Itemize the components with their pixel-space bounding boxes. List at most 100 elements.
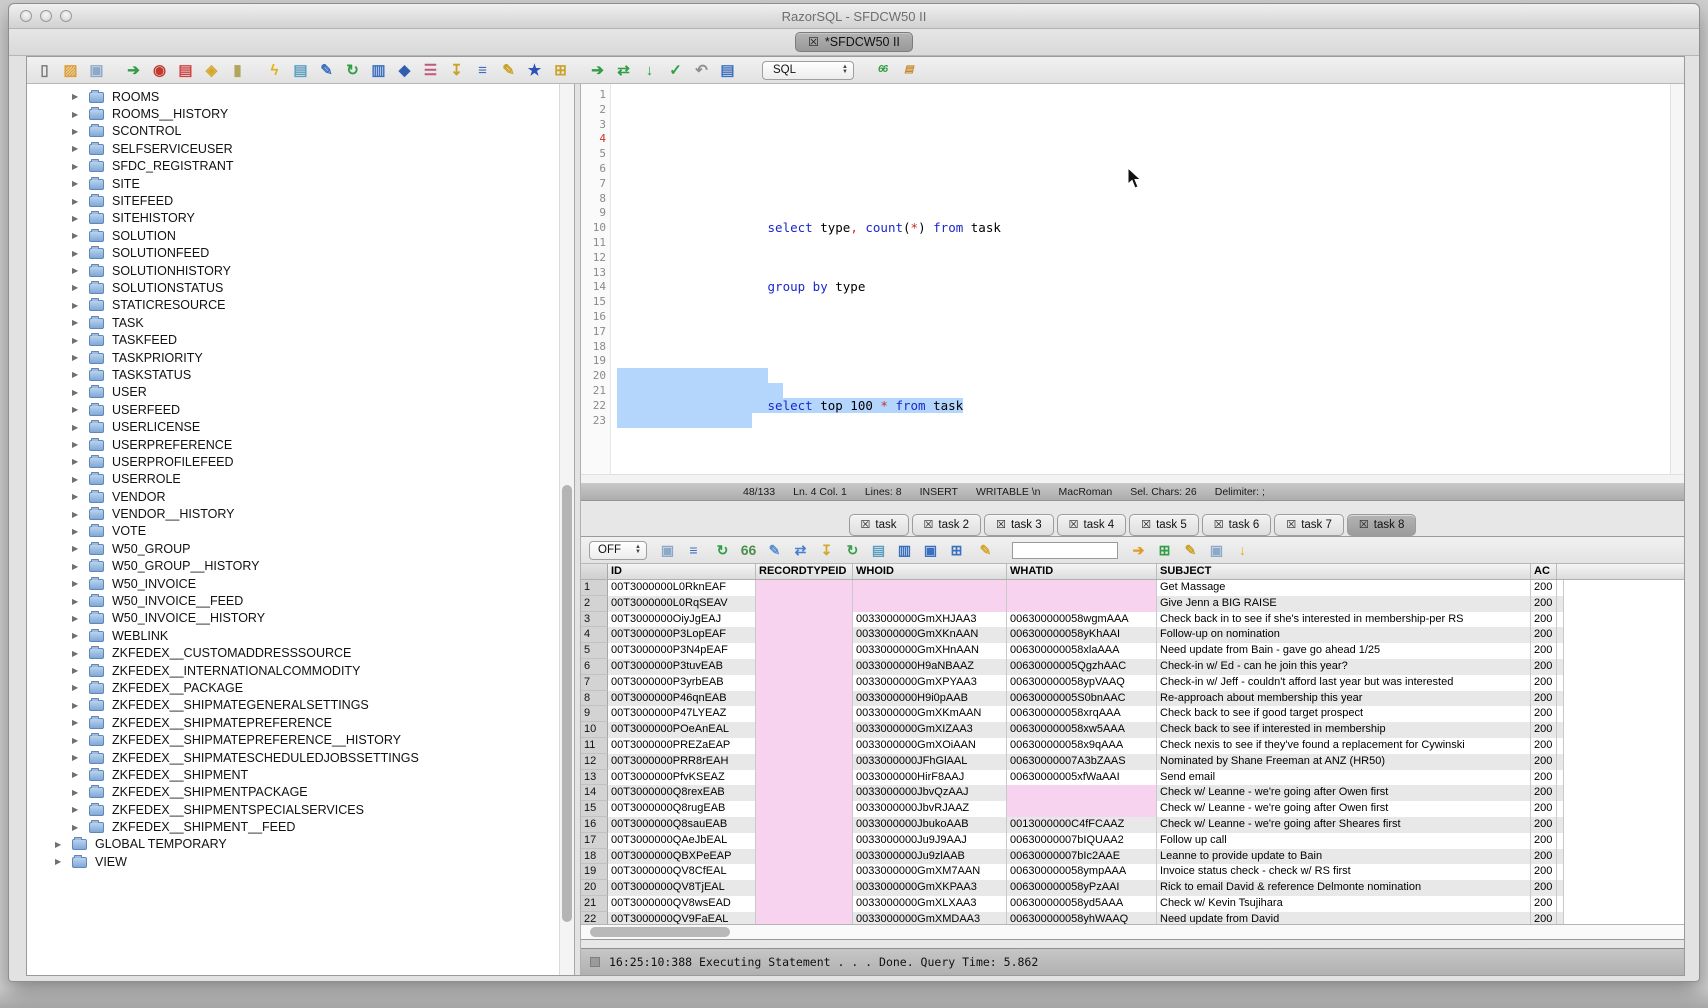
copy-icon[interactable]: ▤ bbox=[177, 63, 194, 78]
tree-item-table[interactable]: ▶ ZKFEDEX__SHIPMENTSPECIALSERVICES bbox=[27, 801, 558, 818]
tree-item-table[interactable]: ▶ SITE bbox=[27, 175, 558, 192]
tree-item-table[interactable]: ▶ ROOMS bbox=[27, 88, 558, 105]
tree-item-table[interactable]: ▶ STATICRESOURCE bbox=[27, 297, 558, 314]
table-cell[interactable]: 200 bbox=[1531, 612, 1557, 628]
table-cell[interactable]: Need update from Bain - gave go ahead 1/… bbox=[1157, 643, 1531, 659]
download-icon[interactable]: ↓ bbox=[1234, 543, 1251, 557]
table-cell[interactable] bbox=[756, 880, 853, 896]
table-cell[interactable]: 00T3000000P3LopEAF bbox=[608, 627, 756, 643]
tree-item-table[interactable]: ▶ ZKFEDEX__SHIPMENTPACKAGE bbox=[27, 784, 558, 801]
disclosure-triangle-icon[interactable]: ▶ bbox=[72, 753, 81, 762]
disclosure-triangle-icon[interactable]: ▶ bbox=[72, 736, 81, 745]
table-cell[interactable]: 0033000000Ju9zlAAB bbox=[853, 849, 1007, 865]
table-cell[interactable]: Need update from David bbox=[1157, 912, 1531, 924]
disclosure-triangle-icon[interactable]: ▶ bbox=[72, 110, 81, 119]
disclosure-triangle-icon[interactable]: ▶ bbox=[72, 249, 81, 258]
results-tab[interactable]: ☒ task 5 bbox=[1129, 514, 1199, 536]
tree-item-table[interactable]: ▶ TASKFEED bbox=[27, 331, 558, 348]
tree-item-table[interactable]: ▶ SFDC_REGISTRANT bbox=[27, 158, 558, 175]
table-cell[interactable]: 006300000058xlaAAA bbox=[1007, 643, 1157, 659]
row-number[interactable]: 17 bbox=[581, 833, 608, 849]
table-cell[interactable] bbox=[853, 596, 1007, 612]
close-window-button[interactable] bbox=[20, 10, 32, 22]
table-cell[interactable]: Nominated by Shane Freeman at ANZ (HR50) bbox=[1157, 754, 1531, 770]
table-cell[interactable] bbox=[756, 785, 853, 801]
table-cell[interactable]: 00T3000000Q8sauEAB bbox=[608, 817, 756, 833]
table-cell[interactable]: 200 bbox=[1531, 754, 1557, 770]
row-number[interactable]: 2 bbox=[581, 596, 608, 612]
row-number[interactable]: 12 bbox=[581, 754, 608, 770]
add-table-icon[interactable]: ⊞ bbox=[1156, 543, 1173, 557]
go-icon[interactable]: ➔ bbox=[1130, 543, 1147, 557]
table-cell[interactable]: Check-in w/ Ed - can he join this year? bbox=[1157, 659, 1531, 675]
row-number[interactable]: 14 bbox=[581, 785, 608, 801]
results-tab[interactable]: ☒ task 2 bbox=[912, 514, 982, 536]
table-cell[interactable]: 200 bbox=[1531, 706, 1557, 722]
rollback-undo-icon[interactable]: ↶ bbox=[693, 63, 710, 78]
disclosure-triangle-icon[interactable]: ▶ bbox=[72, 649, 81, 658]
table-cell[interactable]: 00630000007bIc2AAE bbox=[1007, 849, 1157, 865]
sql-editor[interactable]: 1234567891011121314151617181920212223 bbox=[581, 84, 1684, 474]
close-tab-icon[interactable]: ☒ bbox=[1359, 518, 1369, 531]
table-cell[interactable]: Rick to email David & reference Delmonte… bbox=[1157, 880, 1531, 896]
table-cell[interactable]: 200 bbox=[1531, 691, 1557, 707]
format-sql-icon[interactable]: ✎ bbox=[500, 63, 517, 78]
checklist-icon[interactable]: ▤ bbox=[292, 63, 309, 78]
form-view-icon[interactable]: ▤ bbox=[870, 543, 887, 557]
results-tab[interactable]: ☒ task 8 bbox=[1347, 514, 1417, 536]
disclosure-triangle-icon[interactable]: ▶ bbox=[72, 405, 81, 414]
close-tab-icon[interactable]: ☒ bbox=[1069, 518, 1079, 531]
execute-icon[interactable]: ϟ bbox=[266, 63, 283, 78]
table-cell[interactable]: 200 bbox=[1531, 643, 1557, 659]
tree-item-table[interactable]: ▶ VOTE bbox=[27, 523, 558, 540]
table-cell[interactable]: 00630000005QgzhAAC bbox=[1007, 659, 1157, 675]
table-cell[interactable]: 006300000058ypVAAQ bbox=[1007, 675, 1157, 691]
disclosure-triangle-icon[interactable]: ▶ bbox=[72, 162, 81, 171]
table-cell[interactable]: Re-approach about membership this year bbox=[1157, 691, 1531, 707]
connect-db-icon[interactable]: ➔ bbox=[125, 63, 142, 78]
close-tab-icon[interactable]: ☒ bbox=[1286, 518, 1296, 531]
new-file-icon[interactable]: ▯ bbox=[36, 63, 53, 78]
table-cell[interactable] bbox=[756, 864, 853, 880]
refresh-results-icon[interactable]: ↻ bbox=[714, 543, 731, 557]
tree-item-table[interactable]: ▶ USER bbox=[27, 384, 558, 401]
disclosure-triangle-icon[interactable]: ▶ bbox=[72, 666, 81, 675]
close-tab-icon[interactable]: ☒ bbox=[808, 35, 819, 49]
table-cell[interactable] bbox=[756, 896, 853, 912]
table-cell[interactable]: 0033000000GmXHJAA3 bbox=[853, 612, 1007, 628]
table-cell[interactable]: 200 bbox=[1531, 722, 1557, 738]
results-tab[interactable]: ☒ task 7 bbox=[1274, 514, 1344, 536]
table-cell[interactable]: 200 bbox=[1531, 659, 1557, 675]
tree-item-table[interactable]: ▶ W50_GROUP__HISTORY bbox=[27, 558, 558, 575]
table-cell[interactable]: 006300000058yKhAAI bbox=[1007, 627, 1157, 643]
row-number[interactable]: 18 bbox=[581, 849, 608, 865]
table-cell[interactable]: 006300000058wgmAAA bbox=[1007, 612, 1157, 628]
table-cell[interactable] bbox=[853, 580, 1007, 596]
table-cell[interactable]: 200 bbox=[1531, 801, 1557, 817]
table-cell[interactable]: Give Jenn a BIG RAISE bbox=[1157, 596, 1531, 612]
tree-item-table[interactable]: ▶ W50_INVOICE__HISTORY bbox=[27, 610, 558, 627]
disclosure-triangle-icon[interactable]: ▶ bbox=[72, 492, 81, 501]
table-cell[interactable]: Leanne to provide update to Bain bbox=[1157, 849, 1531, 865]
table-cell[interactable]: 00T3000000QBXPeEAP bbox=[608, 849, 756, 865]
highlighter-icon[interactable]: ✎ bbox=[977, 543, 994, 557]
table-cell[interactable]: 0013000000C4fFCAAZ bbox=[1007, 817, 1157, 833]
tree-item-table[interactable]: ▶ SCONTROL bbox=[27, 123, 558, 140]
tree-item-table[interactable]: ▶ ZKFEDEX__SHIPMENT bbox=[27, 766, 558, 783]
refresh-sql-icon[interactable]: ↻ bbox=[344, 63, 361, 78]
close-tab-icon[interactable]: ☒ bbox=[1141, 518, 1151, 531]
view-text-icon[interactable]: 66 bbox=[740, 543, 757, 557]
row-number[interactable]: 16 bbox=[581, 817, 608, 833]
filter-icon[interactable]: ≡ bbox=[685, 543, 702, 557]
table-cell[interactable]: Check back to see if good target prospec… bbox=[1157, 706, 1531, 722]
grid-scrollbar-thumb[interactable] bbox=[590, 927, 730, 937]
save-results-icon[interactable]: ▣ bbox=[659, 543, 676, 557]
disclosure-triangle-icon[interactable]: ▶ bbox=[72, 92, 81, 101]
table-cell[interactable]: 200 bbox=[1531, 817, 1557, 833]
table-cell[interactable]: 0033000000GmXLXAA3 bbox=[853, 896, 1007, 912]
row-number[interactable]: 5 bbox=[581, 643, 608, 659]
tree-item-table[interactable]: ▶ TASKSTATUS bbox=[27, 366, 558, 383]
tree-item-table[interactable]: ▶ ZKFEDEX__PACKAGE bbox=[27, 679, 558, 696]
close-tab-icon[interactable]: ☒ bbox=[996, 518, 1006, 531]
tree-item-table[interactable]: ▶ W50_INVOICE__FEED bbox=[27, 592, 558, 609]
